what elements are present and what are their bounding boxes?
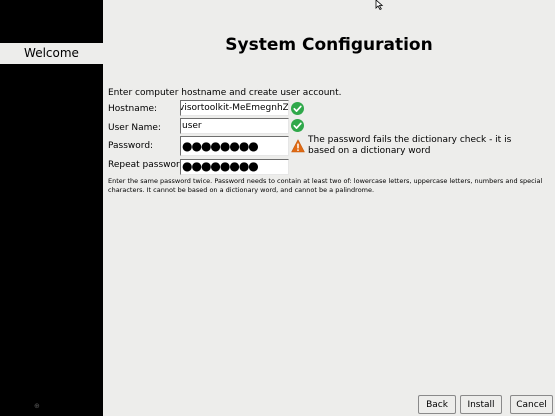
- password-warning-message: The password fails the dictionary check …: [308, 135, 512, 156]
- hostname-label: Hostname:: [108, 104, 158, 114]
- hostname-input[interactable]: visortoolkit-MeEmegnhZaN5: [180, 100, 289, 116]
- mouse-cursor-icon: [375, 0, 384, 10]
- back-button[interactable]: Back: [418, 395, 456, 414]
- repeat-password-label: Repeat password:: [108, 160, 189, 170]
- cancel-button[interactable]: Cancel: [510, 395, 553, 414]
- password-requirements-hint: Enter the same password twice. Password …: [108, 177, 543, 194]
- password-input[interactable]: ●●●●●●●●: [180, 136, 289, 156]
- sidebar-footer-glyph: ⊕: [34, 402, 40, 410]
- page-title: System Configuration: [225, 35, 433, 55]
- repeat-password-input[interactable]: ●●●●●●●●: [180, 159, 289, 175]
- intro-text: Enter computer hostname and create user …: [108, 88, 342, 98]
- username-valid-check-icon: [291, 119, 304, 132]
- sidebar-item-welcome: Welcome: [0, 43, 103, 64]
- password-warning-icon: [291, 139, 305, 153]
- username-label: User Name:: [108, 123, 161, 133]
- password-label: Password:: [108, 141, 154, 151]
- hostname-valid-check-icon: [291, 102, 304, 115]
- install-button[interactable]: Install: [460, 395, 502, 414]
- sidebar: Welcome ⊕: [0, 0, 103, 416]
- username-input[interactable]: user: [180, 118, 289, 134]
